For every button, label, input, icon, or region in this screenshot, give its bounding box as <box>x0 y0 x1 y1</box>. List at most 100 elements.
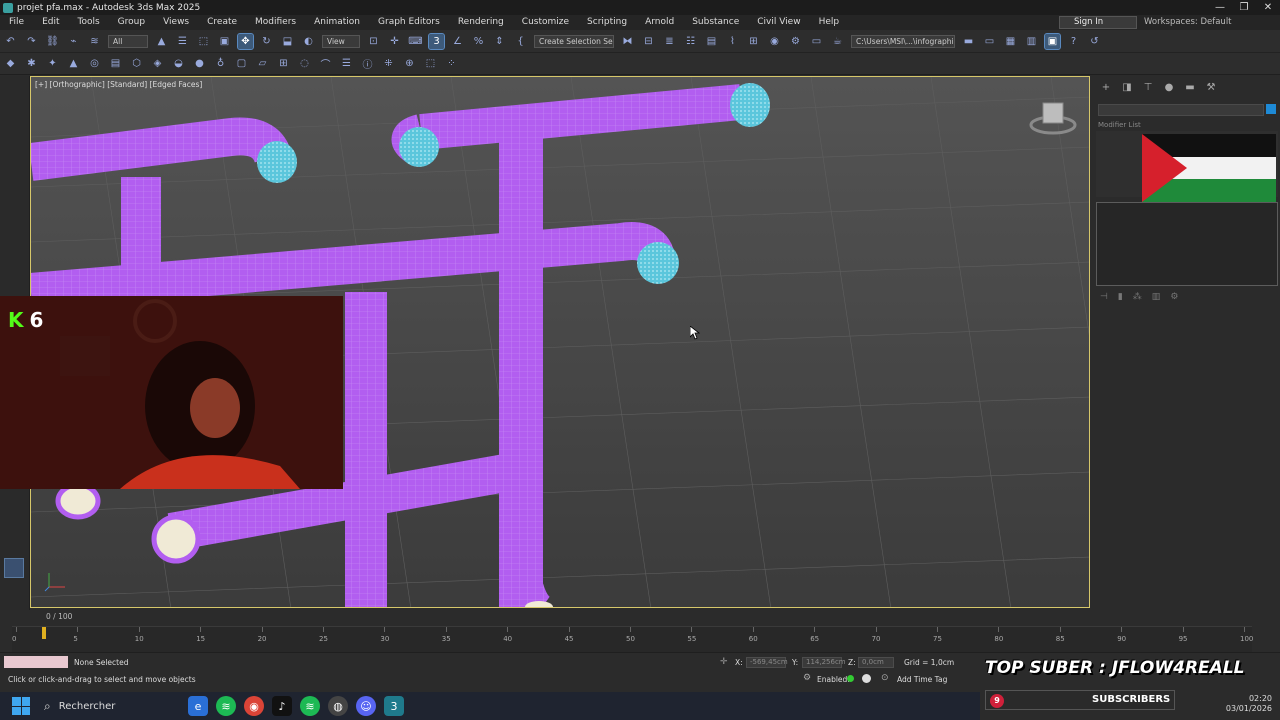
minimize-button[interactable]: — <box>1208 0 1232 15</box>
sync-icon[interactable]: ↺ <box>1087 34 1102 49</box>
loop-icon[interactable]: ◌ <box>297 56 312 71</box>
rectangular-selection-icon[interactable]: ⬚ <box>196 34 211 49</box>
show-end-result-icon[interactable]: ▮ <box>1118 292 1123 302</box>
named-selection-sets-dropdown[interactable]: Create Selection Se <box>534 34 614 48</box>
material-editor-icon[interactable]: ◉ <box>767 34 782 49</box>
helper-icon[interactable]: ◎ <box>87 56 102 71</box>
curve-editor-icon[interactable]: ⌇ <box>725 34 740 49</box>
snaps-toggle-icon[interactable]: 3 <box>428 32 445 50</box>
percent-snap-icon[interactable]: % <box>471 34 486 49</box>
3ds-max-icon[interactable]: 3 <box>384 696 404 716</box>
light-icon[interactable]: ✦ <box>45 56 60 71</box>
camera-icon[interactable]: ▲ <box>66 56 81 71</box>
mirror-icon[interactable]: ⧓ <box>620 34 635 49</box>
geometry-icon[interactable]: ⬡ <box>129 56 144 71</box>
track-bar[interactable]: 0 5 10 15 20 25 30 35 40 45 50 55 60 65 70 75 80 85 90 95 10… <box>12 626 1253 652</box>
select-region-icon[interactable]: ⬚ <box>423 56 438 71</box>
make-unique-icon[interactable]: ⁂ <box>1133 292 1142 302</box>
reference-coordinate-dropdown[interactable]: View <box>322 34 360 48</box>
select-manipulate-icon[interactable]: ✛ <box>387 34 402 49</box>
pivot-center-icon[interactable]: ⊡ <box>366 34 381 49</box>
select-object-icon[interactable]: ▲ <box>154 34 169 49</box>
rendered-frame-window-icon[interactable]: ▭ <box>809 34 824 49</box>
menu-edit[interactable]: Edit <box>33 15 68 30</box>
spinner-snap-icon[interactable]: ⇕ <box>492 34 507 49</box>
box-icon[interactable]: ▢ <box>234 56 249 71</box>
time-tag-icon[interactable]: ⊙ <box>881 673 889 683</box>
undo-icon[interactable]: ↶ <box>3 34 18 49</box>
motion-tab-icon[interactable]: ● <box>1163 82 1175 94</box>
close-button[interactable]: ✕ <box>1256 0 1280 15</box>
display-tab-icon[interactable]: ▬ <box>1184 82 1196 94</box>
save-icon[interactable]: ▦ <box>1003 34 1018 49</box>
unlink-icon[interactable]: ⌁ <box>66 34 81 49</box>
taskbar-clock[interactable]: 02:20 03/01/2026 <box>1226 694 1272 714</box>
toggle-ribbon-icon[interactable]: ▤ <box>704 34 719 49</box>
sphere-icon[interactable]: ● <box>192 56 207 71</box>
menu-substance[interactable]: Substance <box>683 15 748 30</box>
redo-icon[interactable]: ↷ <box>24 34 39 49</box>
schematic-view-icon[interactable]: ⊞ <box>746 34 761 49</box>
compound-icon[interactable]: ◈ <box>150 56 165 71</box>
spotify-icon[interactable]: ≋ <box>216 696 236 716</box>
pin-stack-icon[interactable]: ⊣ <box>1100 292 1108 302</box>
modify-tab-icon[interactable]: ◨ <box>1121 82 1133 94</box>
select-and-place-icon[interactable]: ◐ <box>301 34 316 49</box>
object-name-field[interactable] <box>1098 104 1264 116</box>
obs-icon[interactable]: ◍ <box>328 696 348 716</box>
info-icon[interactable]: ⓘ <box>360 56 375 71</box>
hierarchy-tab-icon[interactable]: ⊤ <box>1142 82 1154 94</box>
maxscript-listener-field[interactable] <box>4 656 68 668</box>
menu-file[interactable]: File <box>0 15 33 30</box>
remove-modifier-icon[interactable]: ▥ <box>1152 292 1161 302</box>
enabled-status-icon[interactable] <box>847 675 854 682</box>
viewport-tool-icon[interactable] <box>4 558 24 578</box>
frame-counter[interactable]: 0 / 100 <box>46 612 72 621</box>
select-and-rotate-icon[interactable]: ↻ <box>259 34 274 49</box>
chrome-icon[interactable]: ◉ <box>244 696 264 716</box>
utilities-tab-icon[interactable]: ⚒ <box>1205 82 1217 94</box>
menu-civil-view[interactable]: Civil View <box>748 15 809 30</box>
workspaces-dropdown[interactable]: Workspaces: Default <box>1144 15 1232 30</box>
x-coordinate-field[interactable]: -569,45cm <box>746 657 788 668</box>
keyboard-shortcut-override-icon[interactable]: ⌨ <box>408 34 423 49</box>
help-icon[interactable]: ? <box>1066 34 1081 49</box>
angle-snap-icon[interactable]: ∠ <box>450 34 465 49</box>
target-icon[interactable]: ⊕ <box>402 56 417 71</box>
select-by-name-icon[interactable]: ☰ <box>175 34 190 49</box>
spotify-2-icon[interactable]: ≋ <box>300 696 320 716</box>
discord-icon[interactable]: ☺ <box>356 696 376 716</box>
menu-customize[interactable]: Customize <box>513 15 578 30</box>
plane-icon[interactable]: ▱ <box>255 56 270 71</box>
menu-graph-editors[interactable]: Graph Editors <box>369 15 449 30</box>
menu-create[interactable]: Create <box>198 15 246 30</box>
window-crossing-icon[interactable]: ▣ <box>217 34 232 49</box>
toggle-layer-explorer-icon[interactable]: ☷ <box>683 34 698 49</box>
y-coordinate-field[interactable]: 114,256cm <box>802 657 846 668</box>
lamp-icon[interactable]: ♁ <box>213 56 228 71</box>
snap-grid-icon[interactable]: ⁜ <box>381 56 396 71</box>
object-color-swatch[interactable] <box>1266 104 1276 114</box>
sign-in-button[interactable]: Sign In <box>1059 16 1137 29</box>
link-icon[interactable]: ⛓ <box>45 34 60 49</box>
menu-views[interactable]: Views <box>154 15 198 30</box>
configure-modifier-sets-icon[interactable]: ⚙ <box>1170 292 1178 302</box>
menu-animation[interactable]: Animation <box>305 15 369 30</box>
maximize-button[interactable]: ❐ <box>1232 0 1256 15</box>
render-setup-icon[interactable]: ⚙ <box>788 34 803 49</box>
freeform-icon[interactable]: ✱ <box>24 56 39 71</box>
lock-selection-icon[interactable]: ✛ <box>720 657 728 667</box>
menu-rendering[interactable]: Rendering <box>449 15 513 30</box>
add-time-tag-button[interactable]: Add Time Tag <box>897 675 947 684</box>
edit-named-selection-icon[interactable]: { <box>513 34 528 49</box>
taskbar-search[interactable]: ⌕ Rechercher <box>44 695 184 717</box>
viewport-label[interactable]: [+] [Orthographic] [Standard] [Edged Fac… <box>35 80 202 89</box>
viewport-layout-icon[interactable]: ▣ <box>1044 32 1061 50</box>
time-slider[interactable] <box>42 627 46 639</box>
teapot-icon[interactable]: ◒ <box>171 56 186 71</box>
select-and-move-icon[interactable]: ✥ <box>237 32 254 50</box>
menu-scripting[interactable]: Scripting <box>578 15 636 30</box>
windows-start-icon[interactable] <box>12 697 30 715</box>
shapes-icon[interactable]: ▤ <box>108 56 123 71</box>
selection-filter-dropdown[interactable]: All <box>108 34 148 48</box>
